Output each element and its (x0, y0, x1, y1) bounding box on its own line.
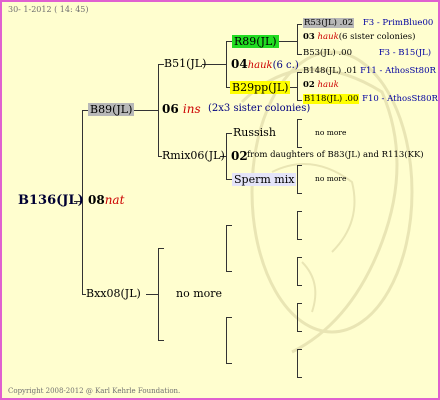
connector (226, 363, 232, 364)
gen3-b51-extra: (6 c.) (272, 60, 299, 71)
queen-b136[interactable]: B136(JL) (18, 194, 84, 207)
connector (226, 225, 227, 271)
gen3-b51-note: hauk (247, 60, 273, 71)
gen2-dam-extra: no more (176, 287, 223, 300)
connector (297, 100, 302, 101)
connector (297, 193, 302, 194)
gen5-b53[interactable]: B53(JL) .00 F3 - B15(JL) (303, 49, 431, 58)
queen-rmix06[interactable]: Rmix06(JL) (162, 150, 225, 161)
gen3-b51-count: 04hauk(6 c.) (231, 57, 299, 71)
queen-b89[interactable]: B89(JL) (88, 103, 135, 116)
connector (297, 211, 302, 212)
queen-sperm-mix[interactable]: Sperm mix (232, 173, 297, 186)
connector (226, 225, 232, 226)
timestamp: 30- 1-2012 ( 14: 45) (8, 5, 89, 14)
gen2-sire-extra: (2x3 sister colonies) (208, 103, 311, 114)
watermark-logo (240, 50, 414, 354)
gen2-sire-note: ins (182, 102, 201, 116)
gen1-note: nat (104, 193, 125, 207)
connector (297, 257, 298, 285)
queen-r89[interactable]: R89(JL) (232, 35, 279, 48)
gen3-rmix-extra: from daughters of B83(JL) and R113(KK) (247, 150, 424, 160)
connector (297, 72, 298, 100)
connector (134, 110, 158, 111)
connector (158, 64, 159, 156)
connector (297, 211, 298, 239)
connector (226, 317, 227, 363)
connector (297, 72, 302, 73)
gen5-r53[interactable]: R53(JL) .02 F3 - PrimBlue00 (303, 18, 433, 28)
connector (297, 165, 298, 193)
connector (297, 24, 302, 25)
connector (297, 377, 302, 378)
connector (158, 340, 164, 341)
gen5-sperm-extra: no more (315, 174, 347, 183)
connector (226, 41, 227, 87)
connector (226, 271, 232, 272)
copyright: Copyright 2008-2012 @ Karl Kehrle Founda… (8, 387, 181, 395)
connector (297, 24, 298, 54)
gen5-r53-note: 03 hauk(6 sister colonies) (303, 32, 416, 42)
connector (297, 303, 302, 304)
connector (297, 257, 302, 258)
connector (297, 165, 302, 166)
connector (297, 119, 298, 147)
connector (297, 303, 298, 331)
connector (146, 294, 158, 295)
queen-russish[interactable]: Russish (233, 127, 276, 138)
gen5-b148[interactable]: B148(JL) .01 F11 - AthosSt80R (303, 67, 436, 76)
connector (158, 248, 159, 340)
connector (297, 239, 302, 240)
gen5-russish-extra: no more (315, 128, 347, 137)
queen-b51[interactable]: B51(JL) (164, 58, 206, 69)
connector (226, 133, 227, 179)
connector (226, 317, 232, 318)
pedigree-panel: 30- 1-2012 ( 14: 45) Copyright 2008-2012… (0, 0, 440, 400)
connector (226, 133, 232, 134)
gen5-b118[interactable]: B118(JL) .00 F10 - AthosSt80R (303, 94, 438, 104)
gen5-b148-note: 02 hauk (303, 80, 339, 90)
connector (297, 285, 302, 286)
connector (297, 147, 302, 148)
connector (297, 349, 298, 377)
connector (158, 248, 164, 249)
connector (297, 54, 302, 55)
queen-bxx08[interactable]: Bxx08(JL) (86, 288, 141, 299)
connector (297, 349, 302, 350)
queen-b29pp[interactable]: B29pp(JL) (230, 81, 291, 94)
gen3-rmix-count: 02 (231, 149, 248, 163)
gen2-sire-count: 06 ins (162, 102, 201, 116)
connector (297, 331, 302, 332)
connector (297, 119, 302, 120)
gen1-count: 08nat (88, 193, 125, 207)
